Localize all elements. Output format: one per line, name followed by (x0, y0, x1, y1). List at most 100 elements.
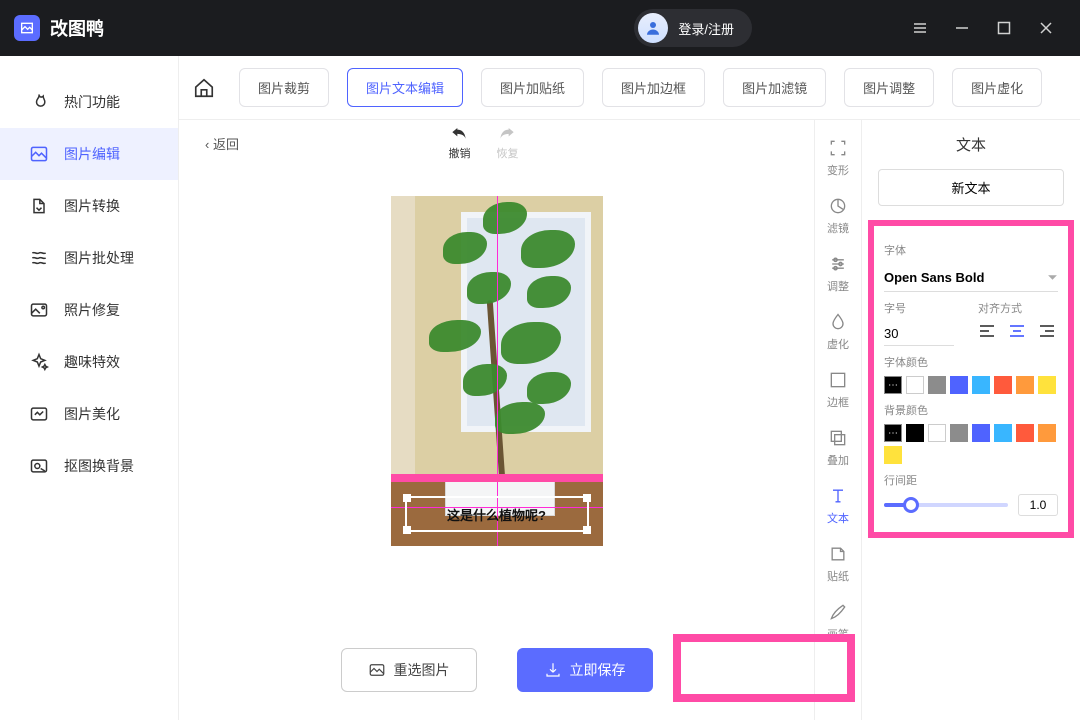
text-overlay[interactable]: 这是什么植物呢? (447, 505, 546, 524)
font-label: 字体 (884, 242, 1058, 258)
color-swatch[interactable] (994, 376, 1012, 394)
rechoose-button[interactable]: 重选图片 (341, 648, 477, 692)
app-logo: 改图鸭 (0, 15, 104, 41)
sidebar: 热门功能 图片编辑 图片转换 图片批处理 照片修复 趣味特效 图片美化 抠图换 (0, 56, 178, 720)
title-bar: 改图鸭 登录/注册 (0, 0, 1080, 56)
color-swatch[interactable] (1016, 424, 1034, 442)
align-center-icon[interactable] (1008, 322, 1028, 342)
font-color-label: 字体颜色 (884, 354, 1058, 370)
color-more[interactable]: ⋯ (884, 376, 902, 394)
tool-overlay[interactable]: 叠加 (815, 420, 861, 476)
flame-icon (28, 91, 50, 113)
lineheight-label: 行间距 (884, 472, 1058, 488)
close-icon[interactable] (1038, 20, 1054, 36)
tool-blur[interactable]: 虚化 (815, 304, 861, 360)
color-swatch[interactable] (994, 424, 1012, 442)
color-swatch[interactable] (906, 376, 924, 394)
tab-text-edit[interactable]: 图片文本编辑 (347, 68, 463, 107)
sidebar-item-convert[interactable]: 图片转换 (0, 180, 178, 232)
cutout-icon (28, 455, 50, 477)
maximize-icon[interactable] (996, 20, 1012, 36)
sidebar-item-label: 图片美化 (64, 404, 120, 424)
lineheight-slider[interactable] (884, 503, 1008, 507)
tab-filter[interactable]: 图片加滤镜 (723, 68, 826, 107)
sidebar-item-label: 趣味特效 (64, 352, 120, 372)
tab-sticker[interactable]: 图片加贴纸 (481, 68, 584, 107)
sparkle-icon (28, 351, 50, 373)
color-swatch[interactable] (950, 376, 968, 394)
sidebar-item-hot[interactable]: 热门功能 (0, 76, 178, 128)
align-left-icon[interactable] (978, 322, 998, 342)
menu-icon[interactable] (912, 20, 928, 36)
tool-adjust[interactable]: 调整 (815, 246, 861, 302)
highlight-save (673, 634, 855, 702)
color-swatch[interactable] (928, 424, 946, 442)
sidebar-item-cutout[interactable]: 抠图换背景 (0, 440, 178, 492)
chevron-down-icon (1047, 272, 1058, 283)
sidebar-item-label: 照片修复 (64, 300, 120, 320)
tool-sticker[interactable]: 贴纸 (815, 536, 861, 592)
login-button[interactable]: 登录/注册 (634, 9, 752, 47)
tool-transform[interactable]: 变形 (815, 130, 861, 186)
panel-title: 文本 (878, 134, 1064, 155)
sidebar-item-edit[interactable]: 图片编辑 (0, 128, 178, 180)
tabs-row: 图片裁剪 图片文本编辑 图片加贴纸 图片加边框 图片加滤镜 图片调整 图片虚化 (179, 56, 1080, 120)
tool-text[interactable]: 文本 (815, 478, 861, 534)
undo-button[interactable]: 撤销 (448, 125, 470, 161)
home-icon[interactable] (193, 77, 215, 99)
image-icon (28, 143, 50, 165)
avatar-icon (638, 13, 668, 43)
font-size-input[interactable] (884, 322, 954, 346)
logo-icon (14, 15, 40, 41)
canvas-stage[interactable]: 这是什么植物呢? (179, 166, 814, 620)
sidebar-item-label: 抠图换背景 (64, 456, 134, 476)
tool-column: 变形 滤镜 调整 虚化 边框 叠加 文本 贴纸 画笔 (814, 120, 862, 720)
color-swatch[interactable] (1038, 424, 1056, 442)
color-more[interactable]: ⋯ (884, 424, 902, 442)
color-swatch[interactable] (1038, 376, 1056, 394)
font-select[interactable]: Open Sans Bold (884, 264, 1058, 292)
tab-border[interactable]: 图片加边框 (602, 68, 705, 107)
login-label: 登录/注册 (678, 19, 734, 38)
sidebar-item-label: 图片转换 (64, 196, 120, 216)
window-controls (912, 20, 1080, 36)
photo-preview[interactable]: 这是什么植物呢? (391, 196, 603, 546)
sidebar-item-batch[interactable]: 图片批处理 (0, 232, 178, 284)
sidebar-item-label: 图片批处理 (64, 248, 134, 268)
batch-icon (28, 247, 50, 269)
color-swatch[interactable] (950, 424, 968, 442)
highlight-text-box: 这是什么植物呢? (391, 474, 603, 546)
tool-filter[interactable]: 滤镜 (815, 188, 861, 244)
color-swatch[interactable] (928, 376, 946, 394)
tab-blur[interactable]: 图片虚化 (952, 68, 1042, 107)
tab-crop[interactable]: 图片裁剪 (239, 68, 329, 107)
text-selection[interactable]: 这是什么植物呢? (405, 496, 589, 532)
new-text-button[interactable]: 新文本 (878, 169, 1064, 206)
color-swatch[interactable] (972, 424, 990, 442)
sidebar-item-repair[interactable]: 照片修复 (0, 284, 178, 336)
align-right-icon[interactable] (1038, 322, 1058, 342)
color-swatch[interactable] (884, 446, 902, 464)
font-color-swatches: ⋯ (884, 376, 1058, 394)
bg-color-swatches: ⋯ (884, 424, 1058, 464)
color-swatch[interactable] (906, 424, 924, 442)
text-panel: 文本 新文本 字体 Open Sans Bold 字号 对齐方 (862, 120, 1080, 720)
lineheight-value[interactable] (1018, 494, 1058, 516)
sidebar-item-beautify[interactable]: 图片美化 (0, 388, 178, 440)
sidebar-item-label: 热门功能 (64, 92, 120, 112)
bg-color-label: 背景颜色 (884, 402, 1058, 418)
save-button[interactable]: 立即保存 (517, 648, 653, 692)
color-swatch[interactable] (1016, 376, 1034, 394)
redo-button[interactable]: 恢复 (496, 125, 518, 161)
convert-icon (28, 195, 50, 217)
sidebar-item-effects[interactable]: 趣味特效 (0, 336, 178, 388)
color-swatch[interactable] (972, 376, 990, 394)
back-button[interactable]: ‹ 返回 (205, 134, 239, 153)
tool-border[interactable]: 边框 (815, 362, 861, 418)
app-name: 改图鸭 (50, 15, 104, 41)
minimize-icon[interactable] (954, 20, 970, 36)
tab-adjust[interactable]: 图片调整 (844, 68, 934, 107)
size-label: 字号 (884, 300, 954, 316)
highlight-panel-section: 字体 Open Sans Bold 字号 对齐方式 (868, 220, 1074, 538)
sidebar-item-label: 图片编辑 (64, 144, 120, 164)
